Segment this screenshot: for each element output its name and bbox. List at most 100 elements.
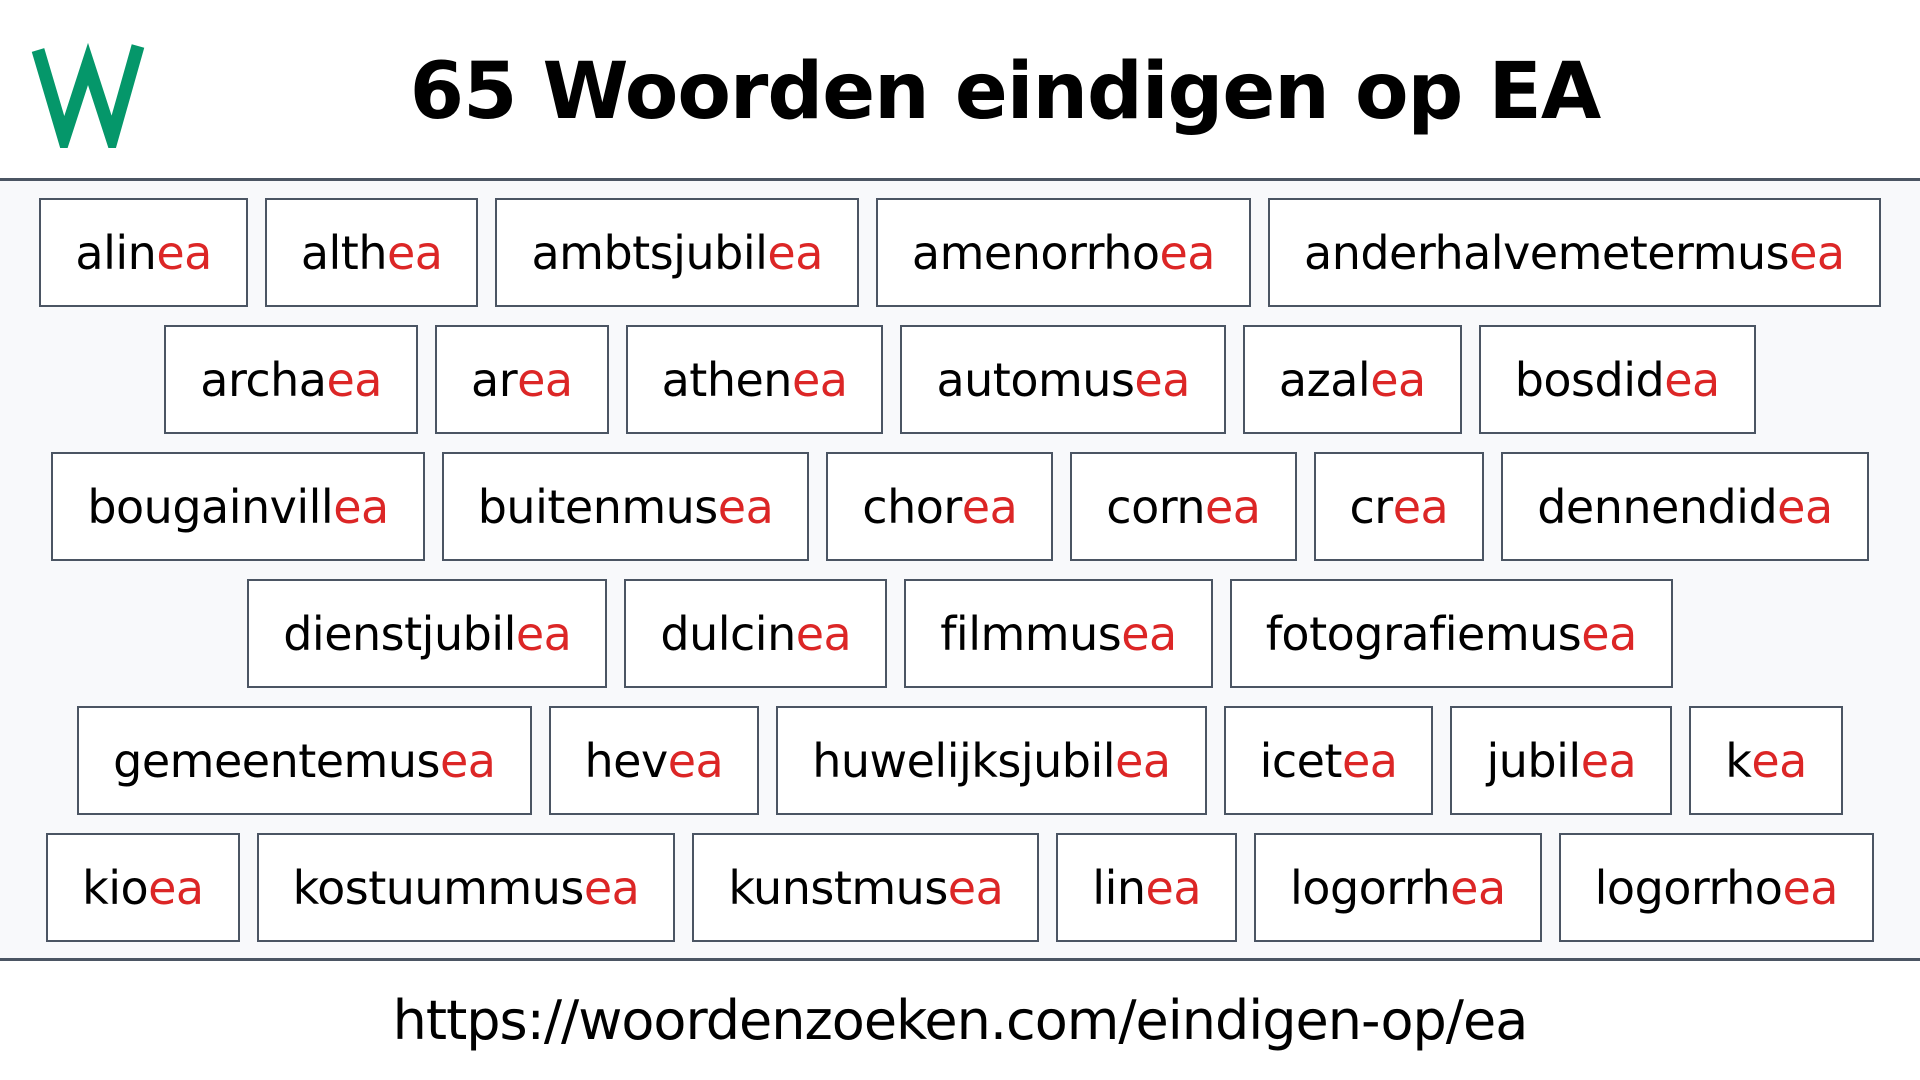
word-stem: alin — [75, 225, 157, 280]
word-suffix: ea — [961, 479, 1018, 534]
footer: https://woordenzoeken.com/eindigen-op/ea — [0, 961, 1920, 1080]
word-tile-logorrhea[interactable]: logorrh ea — [1254, 833, 1542, 942]
word-suffix: ea — [1450, 860, 1506, 915]
word-suffix: ea — [326, 352, 383, 407]
word-stem: corn — [1106, 479, 1205, 534]
word-tile-bosdidea[interactable]: bosdid ea — [1478, 325, 1756, 434]
word-stem: hev — [584, 733, 669, 788]
word-suffix: ea — [947, 860, 1004, 915]
word-tile-filmmusea[interactable]: filmmus ea — [904, 579, 1213, 688]
word-suffix: ea — [386, 225, 443, 280]
header: 65 Woorden eindigen op EA — [0, 0, 1920, 178]
word-suffix: ea — [795, 606, 852, 661]
word-suffix: ea — [1789, 225, 1845, 280]
word-tile-huwelijksjubilea[interactable]: huwelijksjubil ea — [776, 706, 1207, 815]
word-stem: archa — [200, 352, 327, 407]
word-tile-linea[interactable]: lin ea — [1056, 833, 1238, 942]
word-stem: huwelijksjubil — [812, 733, 1116, 788]
word-tile-althea[interactable]: alth ea — [264, 198, 479, 307]
word-suffix: ea — [791, 352, 848, 407]
word-tile-archaea[interactable]: archa ea — [164, 325, 418, 434]
word-tile-logorrhoea[interactable]: logorrho ea — [1558, 833, 1874, 942]
word-suffix: ea — [1581, 606, 1637, 661]
word-stem: bosdid — [1514, 352, 1665, 407]
word-stem: dulcin — [660, 606, 796, 661]
source-url[interactable]: https://woordenzoeken.com/eindigen-op/ea — [393, 989, 1529, 1052]
word-tile-kunstmusea[interactable]: kunstmus ea — [692, 833, 1040, 942]
word-tile-athenea[interactable]: athen ea — [625, 325, 884, 434]
word-stem: k — [1725, 733, 1752, 788]
word-stem: amenorrho — [911, 225, 1160, 280]
word-tile-kea[interactable]: k ea — [1689, 706, 1843, 815]
word-suffix: ea — [1115, 733, 1171, 788]
word-stem: bougainvill — [87, 479, 334, 534]
word-tile-icetea[interactable]: icet ea — [1223, 706, 1434, 815]
word-suffix: ea — [1777, 479, 1833, 534]
word-suffix: ea — [1370, 352, 1426, 407]
word-tile-crea[interactable]: cr ea — [1313, 452, 1485, 561]
word-stem: chor — [862, 479, 962, 534]
word-stem: azal — [1278, 352, 1371, 407]
word-grid: alin ea alth ea ambtsjubil ea amenorrho ea ander… — [0, 181, 1920, 958]
word-suffix: ea — [156, 225, 212, 280]
word-stem: buitenmus — [477, 479, 719, 534]
word-tile-fotografiemusea[interactable]: fotografiemus ea — [1229, 579, 1673, 688]
page-title: 65 Woorden eindigen op EA — [409, 47, 1601, 137]
word-tile-azalea[interactable]: azal ea — [1242, 325, 1462, 434]
word-tile-automusea[interactable]: automus ea — [900, 325, 1226, 434]
word-row: archa ea ar ea athen ea automus ea azal ea bosdid e… — [0, 325, 1920, 434]
word-suffix: ea — [1121, 606, 1177, 661]
word-suffix: ea — [148, 860, 204, 915]
word-tile-dulcinea[interactable]: dulcin ea — [624, 579, 888, 688]
word-suffix: ea — [333, 479, 389, 534]
word-tile-cornea[interactable]: corn ea — [1070, 452, 1297, 561]
word-stem: kio — [82, 860, 149, 915]
word-tile-ambtsjubilea[interactable]: ambtsjubil ea — [495, 198, 859, 307]
word-suffix: ea — [1159, 225, 1216, 280]
word-tile-buitenmusea[interactable]: buitenmus ea — [441, 452, 810, 561]
word-stem: athen — [661, 352, 793, 407]
word-suffix: ea — [1782, 860, 1838, 915]
word-stem: filmmus — [940, 606, 1122, 661]
word-tile-amenorrhoea[interactable]: amenorrho ea — [875, 198, 1251, 307]
word-stem: cr — [1349, 479, 1394, 534]
word-suffix: ea — [1145, 860, 1202, 915]
word-tile-area[interactable]: ar ea — [435, 325, 609, 434]
word-stem: icet — [1259, 733, 1343, 788]
word-stem: ambtsjubil — [531, 225, 768, 280]
word-suffix: ea — [1751, 733, 1807, 788]
word-stem: logorrh — [1290, 860, 1451, 915]
word-tile-dienstjubilea[interactable]: dienstjubil ea — [247, 579, 608, 688]
word-tile-jubilea[interactable]: jubil ea — [1450, 706, 1673, 815]
word-suffix: ea — [440, 733, 496, 788]
word-tile-kostuummusea[interactable]: kostuummus ea — [256, 833, 676, 942]
word-suffix: ea — [583, 860, 640, 915]
word-stem: kunstmus — [728, 860, 948, 915]
word-tile-anderhalvemetermusea[interactable]: anderhalvemetermus ea — [1268, 198, 1881, 307]
word-tile-bougainvillea[interactable]: bougainvill ea — [51, 452, 425, 561]
word-stem: jubil — [1486, 733, 1581, 788]
word-row: bougainvill ea buitenmus ea chor ea corn ea cr ea… — [0, 452, 1920, 561]
word-suffix: ea — [767, 225, 823, 280]
word-stem: automus — [936, 352, 1135, 407]
word-stem: fotografiemus — [1265, 606, 1582, 661]
word-suffix: ea — [1664, 352, 1720, 407]
word-tile-hevea[interactable]: hev ea — [548, 706, 760, 815]
word-suffix: ea — [717, 479, 774, 534]
word-suffix: ea — [517, 352, 573, 407]
word-stem: alth — [300, 225, 388, 280]
word-tile-gemeentemusea[interactable]: gemeentemus ea — [77, 706, 532, 815]
word-stem: dennendid — [1537, 479, 1778, 534]
word-stem: ar — [471, 352, 518, 407]
word-tile-alinea[interactable]: alin ea — [39, 198, 248, 307]
word-tile-dennendidea[interactable]: dennendid ea — [1501, 452, 1869, 561]
word-stem: dienstjubil — [283, 606, 516, 661]
word-tile-kioea[interactable]: kio ea — [46, 833, 240, 942]
word-suffix: ea — [1392, 479, 1449, 534]
word-row: kio ea kostuummus ea kunstmus ea lin ea logorrh e… — [0, 833, 1920, 942]
word-stem: kostuummus — [292, 860, 585, 915]
word-stem: gemeentemus — [113, 733, 440, 788]
word-suffix: ea — [1580, 733, 1637, 788]
word-row: dienstjubil ea dulcin ea filmmus ea fotografie… — [0, 579, 1920, 688]
word-tile-chorea[interactable]: chor ea — [826, 452, 1054, 561]
